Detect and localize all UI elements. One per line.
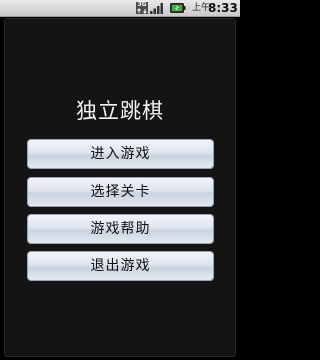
network-3g-icon: 3G bbox=[136, 2, 148, 14]
select-level-button[interactable]: 选择关卡 bbox=[27, 177, 214, 207]
status-time: 8:33 bbox=[208, 1, 238, 15]
game-help-button[interactable]: 游戏帮助 bbox=[27, 214, 214, 244]
data-arrows-icon bbox=[137, 8, 147, 14]
battery-icon bbox=[170, 3, 186, 13]
signal-icon bbox=[150, 3, 163, 14]
app-title: 独立跳棋 bbox=[76, 99, 164, 123]
screen: 3G 上午 8:33 独立跳棋 进入游戏 选择关卡 游戏帮助 退出游戏 bbox=[0, 0, 240, 360]
status-bar: 3G 上午 8:33 bbox=[0, 0, 240, 17]
exit-game-button[interactable]: 退出游戏 bbox=[27, 251, 214, 281]
enter-game-button[interactable]: 进入游戏 bbox=[27, 139, 214, 169]
